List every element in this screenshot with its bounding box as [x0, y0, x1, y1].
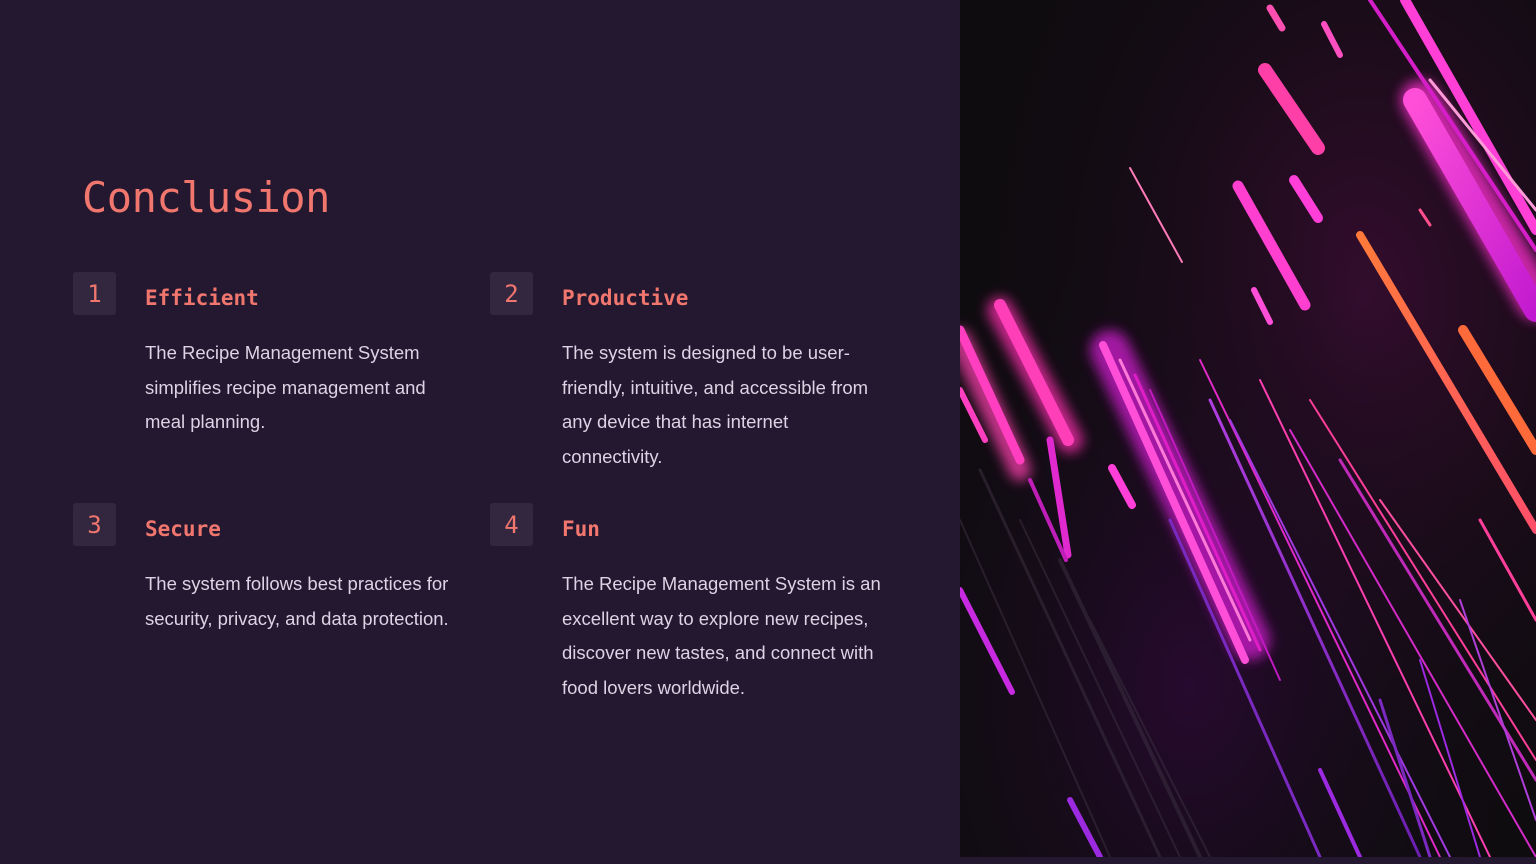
item-heading: Fun [562, 517, 600, 541]
item-description: The Recipe Management System is an excel… [562, 573, 881, 699]
neon-light-streaks-image [960, 0, 1536, 857]
number-badge: 4 [490, 503, 533, 546]
slide: Conclusion 1 Efficient The Recipe Manage… [0, 0, 1536, 864]
item-heading: Efficient [145, 286, 259, 310]
bottom-divider [960, 857, 1536, 864]
item-description: The system is designed to be user-friend… [562, 342, 869, 468]
number-badge: 3 [73, 503, 116, 546]
item-heading: Secure [145, 517, 221, 541]
number-badge: 1 [73, 272, 116, 315]
number-badge: 2 [490, 272, 533, 315]
item-heading: Productive [562, 286, 689, 310]
item-description: The Recipe Management System simplifies … [145, 342, 426, 433]
slide-title: Conclusion [82, 173, 330, 222]
item-description: The system follows best practices for se… [145, 573, 449, 629]
content-panel: Conclusion 1 Efficient The Recipe Manage… [0, 0, 960, 864]
